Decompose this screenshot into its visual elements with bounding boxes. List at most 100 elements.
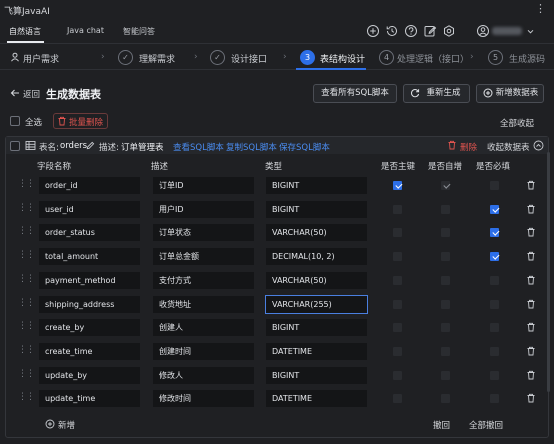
required-checkbox[interactable] bbox=[490, 205, 499, 214]
delete-row-icon[interactable] bbox=[526, 204, 536, 214]
required-checkbox[interactable] bbox=[490, 371, 499, 380]
field-desc-input[interactable]: 创建人 bbox=[152, 318, 255, 337]
step-design-interface[interactable]: 设计接口 bbox=[231, 52, 267, 65]
step-table-design[interactable]: 表结构设计 bbox=[320, 52, 365, 65]
delete-row-icon[interactable] bbox=[526, 299, 536, 309]
field-name-input[interactable]: update_by bbox=[38, 366, 141, 385]
back-arrow-icon[interactable] bbox=[10, 88, 20, 98]
auto-increment-checkbox[interactable] bbox=[441, 181, 450, 190]
field-name-input[interactable]: create_by bbox=[38, 318, 141, 337]
undo-all-button[interactable]: 全部撤回 bbox=[469, 419, 503, 431]
auto-increment-checkbox[interactable] bbox=[441, 323, 450, 332]
primary-key-checkbox[interactable] bbox=[393, 228, 402, 237]
select-all-checkbox[interactable] bbox=[10, 116, 20, 126]
view-sql-link[interactable]: 查看SQL脚本 bbox=[173, 141, 224, 153]
primary-key-checkbox[interactable] bbox=[393, 205, 402, 214]
field-name-input[interactable]: order_status bbox=[38, 223, 141, 242]
auto-increment-checkbox[interactable] bbox=[441, 394, 450, 403]
field-type-input[interactable]: BIGINT bbox=[265, 200, 368, 219]
copy-sql-link[interactable]: 复制SQL脚本 bbox=[226, 141, 277, 153]
primary-key-checkbox[interactable] bbox=[393, 181, 402, 190]
primary-key-checkbox[interactable] bbox=[393, 276, 402, 285]
field-desc-input[interactable]: 订单总金额 bbox=[152, 247, 255, 266]
primary-key-checkbox[interactable] bbox=[393, 394, 402, 403]
required-checkbox[interactable] bbox=[490, 323, 499, 332]
drag-handle-icon[interactable]: ⋮⋮ bbox=[18, 321, 35, 331]
primary-key-checkbox[interactable] bbox=[393, 252, 402, 261]
required-checkbox[interactable] bbox=[490, 252, 499, 261]
chevron-down-icon[interactable] bbox=[526, 27, 535, 36]
auto-increment-checkbox[interactable] bbox=[441, 205, 450, 214]
field-type-input[interactable]: VARCHAR(50) bbox=[265, 223, 368, 242]
required-checkbox[interactable] bbox=[490, 394, 499, 403]
field-type-input[interactable]: VARCHAR(50) bbox=[265, 271, 368, 290]
field-desc-input[interactable]: 订单状态 bbox=[152, 223, 255, 242]
field-desc-input[interactable]: 收货地址 bbox=[152, 295, 255, 314]
drag-handle-icon[interactable]: ⋮⋮ bbox=[18, 298, 35, 308]
field-desc-input[interactable]: 用户ID bbox=[152, 200, 255, 219]
field-type-input[interactable]: VARCHAR(255) bbox=[265, 295, 368, 314]
required-checkbox[interactable] bbox=[490, 276, 499, 285]
collapse-table-button[interactable]: 收起数据表 bbox=[487, 141, 530, 153]
drag-handle-icon[interactable]: ⋮⋮ bbox=[18, 250, 35, 260]
primary-key-checkbox[interactable] bbox=[393, 347, 402, 356]
primary-key-checkbox[interactable] bbox=[393, 323, 402, 332]
drag-handle-icon[interactable]: ⋮⋮ bbox=[18, 392, 35, 402]
field-name-input[interactable]: shipping_address bbox=[38, 295, 141, 314]
edit-icon[interactable] bbox=[423, 24, 437, 38]
field-desc-input[interactable]: 修改时间 bbox=[152, 389, 255, 408]
undo-button[interactable]: 撤回 bbox=[433, 419, 450, 431]
delete-table-button[interactable]: 删除 bbox=[460, 141, 477, 153]
table-name-value[interactable]: orders bbox=[60, 141, 87, 151]
field-name-input[interactable]: order_id bbox=[38, 176, 141, 195]
help-icon[interactable] bbox=[404, 24, 418, 38]
required-checkbox[interactable] bbox=[490, 228, 499, 237]
required-checkbox[interactable] bbox=[490, 347, 499, 356]
field-name-input[interactable]: payment_method bbox=[38, 271, 141, 290]
tab-java-chat[interactable]: Java chat bbox=[67, 26, 104, 35]
edit-pencil-icon[interactable] bbox=[86, 141, 95, 150]
required-checkbox[interactable] bbox=[490, 300, 499, 309]
back-button[interactable]: 返回 bbox=[23, 88, 40, 100]
field-name-input[interactable]: create_time bbox=[38, 342, 141, 361]
auto-increment-checkbox[interactable] bbox=[441, 300, 450, 309]
delete-row-icon[interactable] bbox=[526, 322, 536, 332]
field-type-input[interactable]: BIGINT bbox=[265, 318, 368, 337]
primary-key-checkbox[interactable] bbox=[393, 371, 402, 380]
auto-increment-checkbox[interactable] bbox=[441, 252, 450, 261]
field-type-input[interactable]: DATETIME bbox=[265, 342, 368, 361]
collapse-all-button[interactable]: 全部收起 bbox=[500, 117, 534, 129]
step-process-logic[interactable]: 处理逻辑（接口） bbox=[397, 52, 469, 65]
tab-natural-language[interactable]: 自然语言 bbox=[9, 26, 41, 37]
primary-key-checkbox[interactable] bbox=[393, 300, 402, 309]
drag-handle-icon[interactable]: ⋮⋮ bbox=[18, 179, 35, 189]
delete-row-icon[interactable] bbox=[526, 370, 536, 380]
save-sql-link[interactable]: 保存SQL脚本 bbox=[279, 141, 330, 153]
field-type-input[interactable]: DECIMAL(10, 2) bbox=[265, 247, 368, 266]
delete-row-icon[interactable] bbox=[526, 393, 536, 403]
field-type-input[interactable]: DATETIME bbox=[265, 389, 368, 408]
table-desc-value[interactable]: 订单管理表 bbox=[121, 141, 164, 153]
field-type-input[interactable]: BIGINT bbox=[265, 176, 368, 195]
drag-handle-icon[interactable]: ⋮⋮ bbox=[18, 369, 35, 379]
field-name-input[interactable]: user_id bbox=[38, 200, 141, 219]
step-understand-requirement[interactable]: 理解需求 bbox=[139, 52, 175, 65]
delete-row-icon[interactable] bbox=[526, 251, 536, 261]
drag-handle-icon[interactable]: ⋮⋮ bbox=[18, 345, 35, 355]
collapse-circle-icon[interactable] bbox=[533, 140, 544, 151]
add-field-button[interactable]: 新增 bbox=[58, 419, 75, 431]
scrollbar[interactable] bbox=[547, 152, 550, 392]
settings-icon[interactable] bbox=[442, 24, 456, 38]
table-select-checkbox[interactable] bbox=[10, 141, 20, 151]
step-user-requirement[interactable]: 用户需求 bbox=[23, 52, 59, 65]
delete-row-icon[interactable] bbox=[526, 227, 536, 237]
plus-icon[interactable] bbox=[366, 24, 380, 38]
field-type-input[interactable]: BIGINT bbox=[265, 366, 368, 385]
view-all-sql-button[interactable]: 查看所有SQL脚本 bbox=[313, 84, 397, 103]
required-checkbox[interactable] bbox=[490, 181, 499, 190]
auto-increment-checkbox[interactable] bbox=[441, 371, 450, 380]
field-desc-input[interactable]: 创建时间 bbox=[152, 342, 255, 361]
auto-increment-checkbox[interactable] bbox=[441, 347, 450, 356]
auto-increment-checkbox[interactable] bbox=[441, 228, 450, 237]
tab-smart-qa[interactable]: 智能问答 bbox=[123, 26, 155, 37]
